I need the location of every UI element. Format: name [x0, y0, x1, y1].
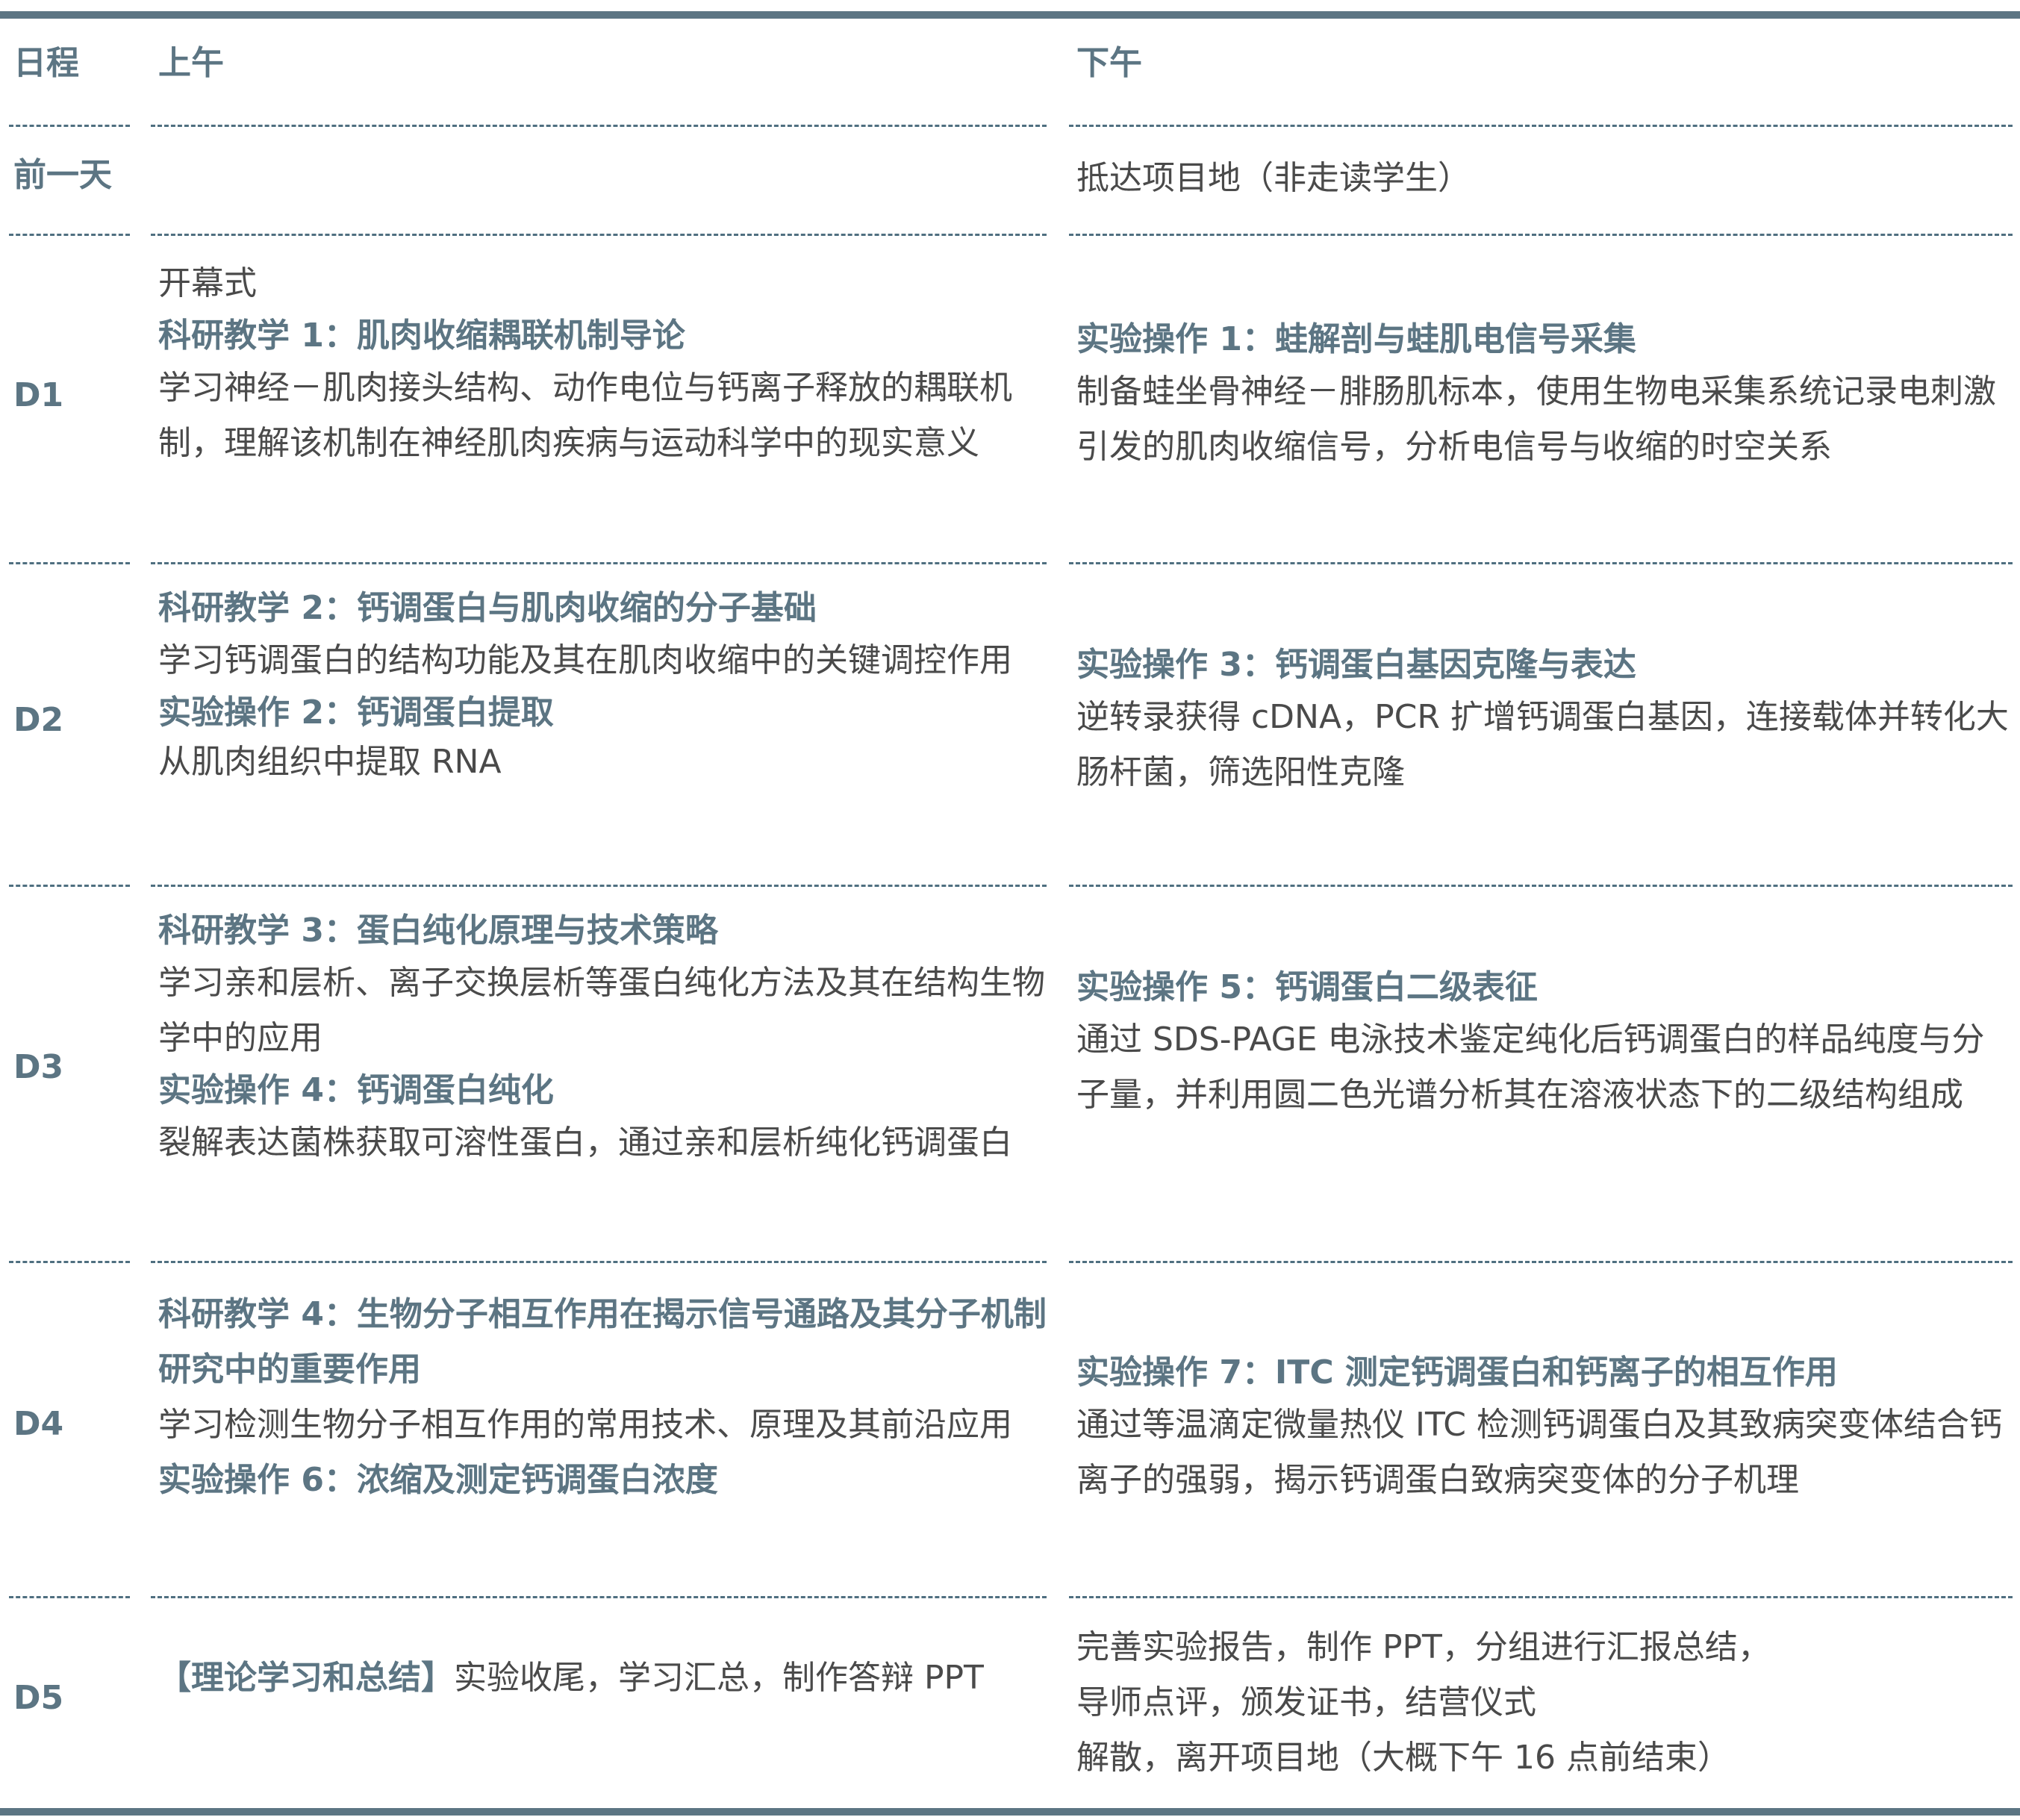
table-top-rule	[0, 11, 2020, 19]
d4-morning-body: 学习检测生物分子相互作用的常用技术、原理及其前沿应用	[158, 1406, 1012, 1444]
d3-afternoon: 实验操作 5：钙调蛋白二级表征 通过 SDS-PAGE 电泳技术鉴定纯化后钙调蛋…	[1076, 963, 2010, 1123]
d1-morning: 开幕式 科研教学 1：肌肉收缩耦联机制导论 学习神经－肌肉接头结构、动作电位与钙…	[158, 256, 1054, 471]
d2-morning-body: 学习钙调蛋白的结构功能及其在肌肉收缩中的关键调控作用	[158, 641, 1012, 679]
d3-morning-title-2: 实验操作 4：钙调蛋白纯化	[158, 1071, 554, 1109]
d3-morning: 科研教学 3：蛋白纯化原理与技术策略 学习亲和层析、离子交换层析等蛋白纯化方法及…	[158, 906, 1054, 1171]
d5-afternoon-line-2: 导师点评，颁发证书，结营仪式	[1076, 1683, 1536, 1721]
d1-afternoon-title: 实验操作 1：蛙解剖与蛙肌电信号采集	[1076, 320, 1636, 358]
d2-afternoon-title: 实验操作 3：钙调蛋白基因克隆与表达	[1076, 646, 1636, 684]
day-label-d5: D5	[13, 1679, 64, 1717]
d4-morning-title: 科研教学 4：生物分子相互作用在揭示信号通路及其分子机制研究中的重要作用	[158, 1295, 1047, 1389]
d1-morning-title: 科研教学 1：肌肉收缩耦联机制导论	[158, 317, 685, 355]
day-label-d1: D1	[13, 376, 64, 414]
d3-morning-body: 学习亲和层析、离子交换层析等蛋白纯化方法及其在结构生物学中的应用	[158, 964, 1045, 1057]
d2-afternoon: 实验操作 3：钙调蛋白基因克隆与表达 逆转录获得 cDNA，PCR 扩增钙调蛋白…	[1076, 641, 2010, 800]
d2-morning-body-2: 从肌肉组织中提取 RNA	[158, 743, 502, 781]
pre-afternoon-text: 抵达项目地（非走读学生）	[1076, 159, 1471, 197]
d5-afternoon-line-1: 完善实验报告，制作 PPT，分组进行汇报总结，	[1076, 1628, 1771, 1666]
d5-morning-body: 实验收尾，学习汇总，制作答辩 PPT	[454, 1659, 984, 1697]
d5-morning: 【理论学习和总结】实验收尾，学习汇总，制作答辩 PPT	[158, 1653, 1054, 1704]
d3-morning-body-2: 裂解表达菌株获取可溶性蛋白，通过亲和层析纯化钙调蛋白	[158, 1124, 1012, 1162]
pre-afternoon: 抵达项目地（非走读学生）	[1076, 151, 2010, 206]
day-label-d2: D2	[13, 701, 64, 739]
d3-afternoon-body: 通过 SDS-PAGE 电泳技术鉴定纯化后钙调蛋白的样品纯度与分子量，并利用圆二…	[1076, 1020, 1985, 1114]
d4-morning-title-2: 实验操作 6：浓缩及测定钙调蛋白浓度	[158, 1461, 718, 1499]
table-bottom-rule	[0, 1808, 2020, 1816]
d4-afternoon-body: 通过等温滴定微量热仪 ITC 检测钙调蛋白及其致病突变体结合钙离子的强弱，揭示钙…	[1076, 1406, 2002, 1499]
d2-morning-title-2: 实验操作 2：钙调蛋白提取	[158, 694, 554, 732]
header-schedule: 日程	[13, 44, 79, 82]
d2-morning: 科研教学 2：钙调蛋白与肌肉收缩的分子基础 学习钙调蛋白的结构功能及其在肌肉收缩…	[158, 584, 1054, 787]
d5-morning-bold: 【理论学习和总结】	[158, 1659, 454, 1697]
day-label-d4: D4	[13, 1405, 64, 1443]
d4-afternoon-title: 实验操作 7：ITC 测定钙调蛋白和钙离子的相互作用	[1076, 1353, 1838, 1392]
header-afternoon: 下午	[1076, 44, 1142, 82]
d2-afternoon-body: 逆转录获得 cDNA，PCR 扩增钙调蛋白基因，连接载体并转化大肠杆菌，筛选阳性…	[1076, 698, 2009, 791]
d1-afternoon-body: 制备蛙坐骨神经－腓肠肌标本，使用生物电采集系统记录电刺激引发的肌肉收缩信号，分析…	[1076, 373, 1996, 466]
d5-afternoon-line-3: 解散，离开项目地（大概下午 16 点前结束）	[1076, 1739, 1730, 1777]
d4-morning: 科研教学 4：生物分子相互作用在揭示信号通路及其分子机制研究中的重要作用 学习检…	[158, 1287, 1054, 1508]
d3-morning-title: 科研教学 3：蛋白纯化原理与技术策略	[158, 911, 718, 950]
d1-morning-body: 学习神经－肌肉接头结构、动作电位与钙离子释放的耦联机制，理解该机制在神经肌肉疾病…	[158, 369, 1012, 462]
d5-afternoon: 完善实验报告，制作 PPT，分组进行汇报总结， 导师点评，颁发证书，结营仪式 解…	[1076, 1620, 2010, 1786]
d1-afternoon: 实验操作 1：蛙解剖与蛙肌电信号采集 制备蛙坐骨神经－腓肠肌标本，使用生物电采集…	[1076, 315, 2010, 475]
header-morning: 上午	[158, 44, 224, 82]
d4-afternoon: 实验操作 7：ITC 测定钙调蛋白和钙离子的相互作用 通过等温滴定微量热仪 IT…	[1076, 1348, 2010, 1508]
day-label-d3: D3	[13, 1048, 64, 1086]
d1-opening: 开幕式	[158, 264, 257, 302]
d3-afternoon-title: 实验操作 5：钙调蛋白二级表征	[1076, 968, 1538, 1006]
d2-morning-title: 科研教学 2：钙调蛋白与肌肉收缩的分子基础	[158, 589, 817, 627]
day-label-pre: 前一天	[13, 156, 112, 194]
